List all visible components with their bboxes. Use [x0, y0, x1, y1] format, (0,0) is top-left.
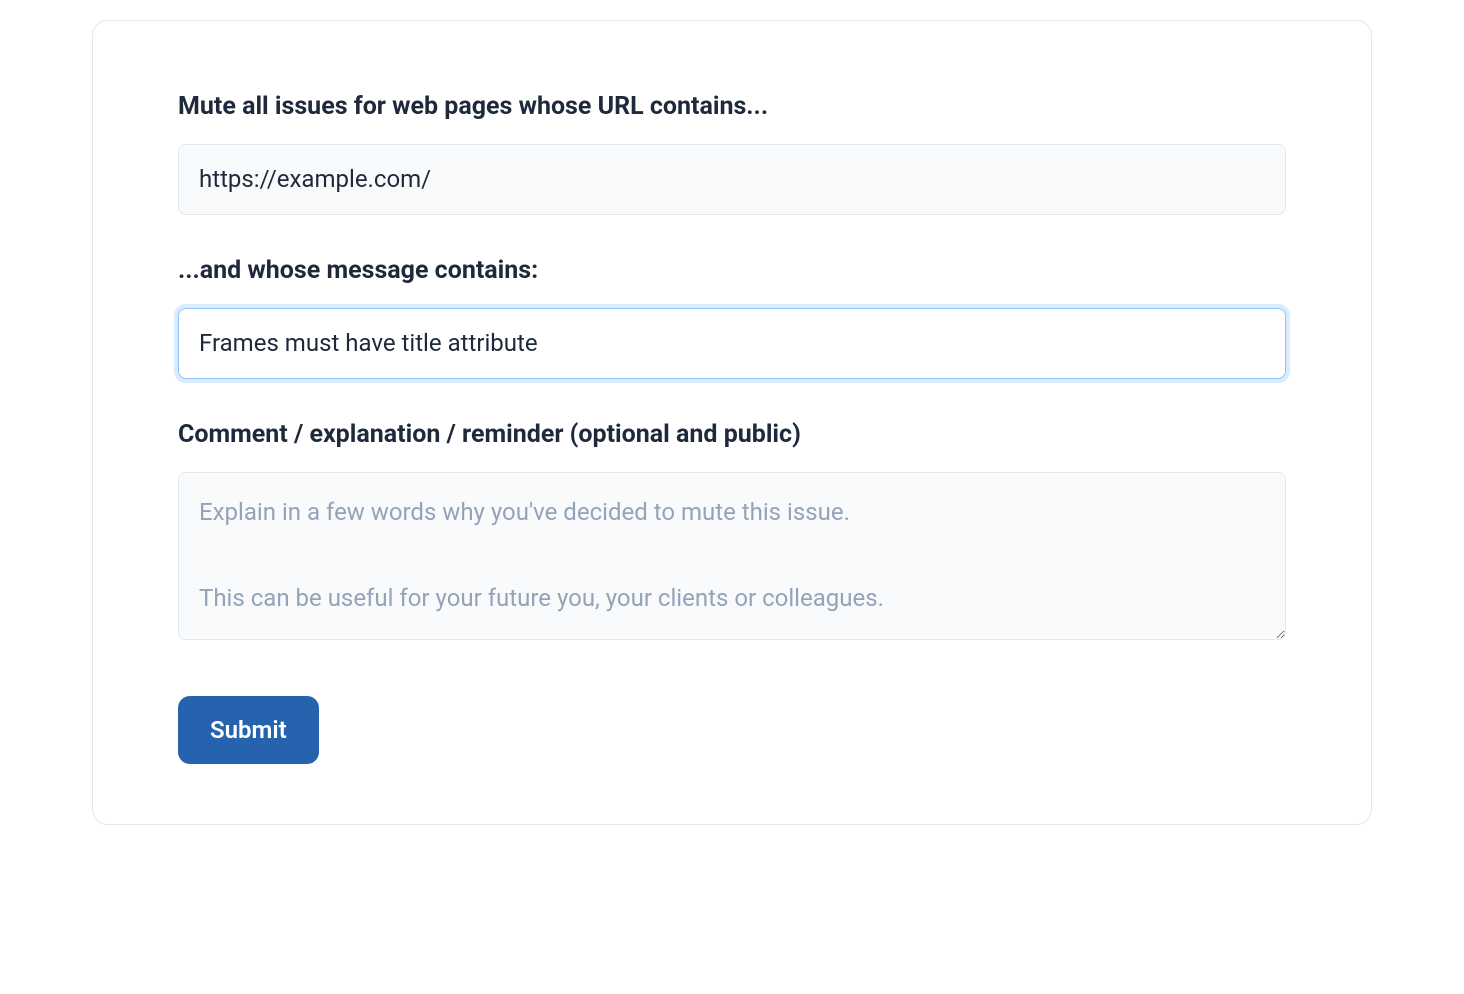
message-field-group: ...and whose message contains:: [178, 255, 1286, 379]
comment-field-group: Comment / explanation / reminder (option…: [178, 419, 1286, 644]
message-field-label: ...and whose message contains:: [178, 255, 1286, 288]
mute-issue-form-card: Mute all issues for web pages whose URL …: [92, 20, 1372, 825]
url-field-label: Mute all issues for web pages whose URL …: [178, 91, 1286, 124]
url-field-group: Mute all issues for web pages whose URL …: [178, 91, 1286, 215]
message-input[interactable]: [178, 308, 1286, 380]
comment-textarea[interactable]: [178, 472, 1286, 640]
submit-button[interactable]: Submit: [178, 696, 319, 764]
comment-field-label: Comment / explanation / reminder (option…: [178, 419, 1286, 452]
url-input[interactable]: [178, 144, 1286, 216]
